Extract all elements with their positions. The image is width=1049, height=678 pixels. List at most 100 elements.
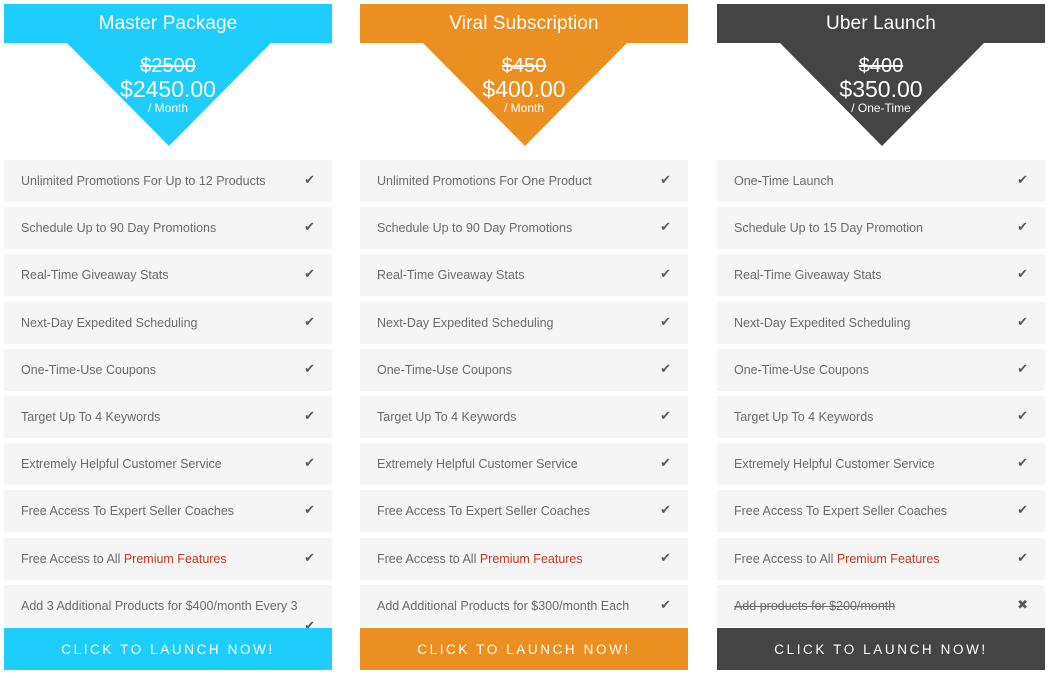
check-icon: ✔ [1017,502,1028,518]
check-icon: ✔ [660,596,671,612]
feature-text: Unlimited Promotions For One Product [377,174,592,188]
feature-text: Next-Day Expedited Scheduling [734,316,911,330]
feature-label: Schedule Up to 90 Day Promotions [377,221,573,236]
feature-text: One-Time-Use Coupons [377,363,512,377]
x-icon: ✖ [1017,596,1028,612]
feature-text: Free Access to All Premium Features [21,552,227,566]
feature-label: Free Access To Expert Seller Coaches [377,504,591,519]
price-box: $2500 $2450.00/ Month [4,55,332,115]
feature-label: One-Time-Use Coupons [377,362,513,377]
feature-label: One-Time Launch [734,174,834,188]
feature-label: Target Up To 4 Keywords [21,409,161,424]
feature-row: One-Time-Use Coupons ✔ [4,348,332,391]
feature-list: One-Time Launch ✔ Schedule Up to 15 Day Pr… [717,160,1045,627]
feature-row: Free Access To Expert Seller Coaches ✔ [4,490,332,533]
plan-column: Master Package $2500 $2450.00/ Month Unlimi… [4,4,332,633]
price-badge: $400 $350.00/ One-Time [717,43,1045,146]
old-price: $450 [501,55,547,77]
check-icon: ✔ [304,313,315,329]
old-price: $400 [858,55,904,77]
feature-row: Extremely Helpful Customer Service ✔ [4,443,332,486]
check-icon: ✔ [660,172,671,187]
feature-row: Free Access To Expert Seller Coaches ✔ [717,490,1045,533]
billing-period: / Month [147,101,189,115]
current-price: $400.00 [482,76,566,102]
current-price: $350.00 [839,76,923,102]
plan-title: Master Package [4,4,332,43]
feature-text: One-Time Launch [734,174,834,188]
feature-label: Add products for $200/month [734,598,896,613]
feature-row: Add Additional Products for $300/month E… [360,584,688,627]
feature-label: Extremely Helpful Customer Service [377,457,578,472]
check-icon: ✔ [304,407,315,423]
price-box: $400 $350.00/ One-Time [717,55,1045,115]
plan-column: Uber Launch $400 $350.00/ One-Time One-Time… [717,4,1045,632]
launch-button[interactable]: CLICK TO LAUNCH NOW! [717,628,1045,670]
feature-text: Schedule Up to 15 Day Promotion [734,221,923,235]
feature-list: Unlimited Promotions For Up to 12 Produc… [4,160,332,633]
check-icon: ✔ [1017,172,1028,187]
feature-text: Add Additional Products for $300/month E… [377,599,629,613]
billing-period: / Month [503,101,545,115]
feature-label: Real-Time Giveaway Stats [734,268,882,283]
price-badge: $450 $400.00/ Month [360,43,688,146]
feature-label: One-Time-Use Coupons [734,362,870,377]
feature-text: Free Access To Expert Seller Coaches [734,504,947,518]
feature-text: Add 3 Additional Products for $400/month… [21,599,298,613]
feature-text: Free Access To Expert Seller Coaches [21,504,234,518]
feature-label: Target Up To 4 Keywords [377,409,517,424]
feature-label: Free Access To Expert Seller Coaches [734,504,948,519]
feature-text: One-Time-Use Coupons [734,363,869,377]
feature-label: Target Up To 4 Keywords [734,409,874,424]
feature-text: Target Up To 4 Keywords [377,410,516,424]
launch-button[interactable]: CLICK TO LAUNCH NOW! [4,628,332,670]
feature-label: Add 3 Additional Products for $400/month… [21,598,298,613]
feature-label: Unlimited Promotions For One Product [377,174,592,188]
price-box: $450 $400.00/ Month [360,55,688,115]
check-icon: ✔ [1017,549,1028,565]
check-icon: ✔ [660,266,671,282]
launch-button[interactable]: CLICK TO LAUNCH NOW! [360,628,688,670]
billing-period: / One-Time [851,101,911,115]
feature-text: Schedule Up to 90 Day Promotions [377,221,572,235]
feature-row: Real-Time Giveaway Stats ✔ [717,254,1045,297]
feature-label: Free Access To Expert Seller Coaches [21,504,235,519]
feature-row: Next-Day Expedited Scheduling ✔ [4,301,332,344]
feature-row: Add products for $200/month ✖ [717,584,1045,627]
feature-row: Target Up To 4 Keywords ✔ [717,395,1045,438]
feature-text: Add products for $200/month [734,599,895,613]
feature-row: Target Up To 4 Keywords ✔ [360,395,688,438]
feature-text: Real-Time Giveaway Stats [21,268,169,282]
feature-row: Target Up To 4 Keywords ✔ [4,395,332,438]
plan-title: Uber Launch [717,4,1045,43]
feature-text: Extremely Helpful Customer Service [734,457,935,471]
feature-row: One-Time-Use Coupons ✔ [717,348,1045,391]
check-icon: ✔ [304,172,315,187]
feature-label: Schedule Up to 90 Day Promotions [21,221,217,236]
check-icon: ✔ [304,266,315,282]
feature-highlight: Premium Features [479,551,583,566]
check-icon: ✔ [304,360,315,376]
feature-row: Free Access To Expert Seller Coaches ✔ [360,490,688,533]
feature-text: Target Up To 4 Keywords [734,410,873,424]
feature-row: Unlimited Promotions For One Product ✔ [360,160,688,202]
feature-row: Next-Day Expedited Scheduling ✔ [360,301,688,344]
feature-row: Real-Time Giveaway Stats ✔ [4,254,332,297]
check-icon: ✔ [1017,266,1028,282]
check-icon: ✔ [304,549,315,565]
check-icon: ✔ [1017,360,1028,376]
feature-text: Target Up To 4 Keywords [21,410,160,424]
feature-label: Real-Time Giveaway Stats [377,268,525,283]
feature-text: Schedule Up to 90 Day Promotions [21,221,216,235]
feature-label: Free Access to All [377,551,480,566]
check-icon: ✔ [660,407,671,423]
feature-label: Extremely Helpful Customer Service [21,457,222,472]
feature-label: Schedule Up to 15 Day Promotion [734,221,923,236]
check-icon: ✔ [304,455,315,471]
feature-highlight: Premium Features [836,551,940,566]
check-icon: ✔ [304,219,315,235]
old-price: $2500 [140,55,196,77]
check-icon: ✔ [660,502,671,518]
feature-text: Next-Day Expedited Scheduling [377,316,554,330]
feature-text: Next-Day Expedited Scheduling [21,316,198,330]
